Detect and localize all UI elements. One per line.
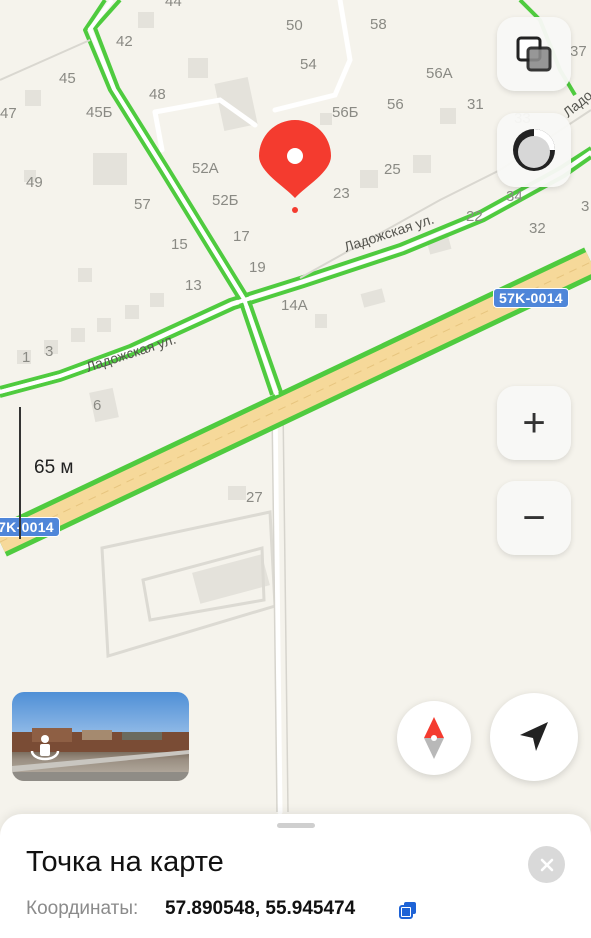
house-number: 52Б <box>212 192 239 209</box>
profile-button[interactable] <box>497 113 571 187</box>
zoom-in-button[interactable]: + <box>497 386 571 460</box>
panorama-preview[interactable] <box>12 692 189 781</box>
house-number: 14А <box>281 297 308 314</box>
house-number: 49 <box>26 174 43 191</box>
zoom-out-icon: − <box>522 496 546 540</box>
zoom-in-icon: + <box>522 401 546 445</box>
scale-label: 65 м <box>34 457 74 478</box>
house-number: 57 <box>134 196 151 213</box>
house-number: 22 <box>466 208 483 225</box>
house-number: 37 <box>570 43 587 60</box>
house-number: 31 <box>467 96 484 113</box>
bottom-sheet[interactable]: Точка на карте Координаты: 57.890548, 55… <box>0 814 591 938</box>
house-number: 56Б <box>332 104 359 121</box>
house-number: 13 <box>185 277 202 294</box>
house-number: 34 <box>506 188 523 205</box>
compass-button[interactable] <box>397 701 471 775</box>
copy-icon[interactable] <box>399 901 417 919</box>
house-number: 3 <box>45 343 53 360</box>
house-number: 23 <box>333 185 350 202</box>
profile-ring-icon <box>513 129 555 171</box>
house-number: 25 <box>384 161 401 178</box>
house-number: 52А <box>192 160 219 177</box>
compass-icon <box>424 717 444 759</box>
house-number: 45Б <box>86 104 113 121</box>
house-number: 58 <box>370 16 387 33</box>
house-number: 54 <box>300 56 317 73</box>
house-number: 19 <box>249 259 266 276</box>
coordinates-label: Координаты: <box>26 898 139 919</box>
navigation-arrow-icon <box>520 722 548 751</box>
house-number: 3 <box>581 198 589 215</box>
house-number: 56 <box>387 96 404 113</box>
road-shield-west: 57K-0014 <box>0 517 60 537</box>
my-location-button[interactable] <box>490 693 578 781</box>
house-number: 48 <box>149 86 166 103</box>
close-icon <box>540 858 553 871</box>
house-number: 15 <box>171 236 188 253</box>
road-shield-east: 57K-0014 <box>493 288 569 308</box>
house-number: 50 <box>286 17 303 34</box>
sheet-title: Точка на карте <box>26 846 224 878</box>
street-label-south: Ладожская ул. <box>84 331 178 375</box>
house-number: 44 <box>165 0 182 10</box>
map-pin-icon[interactable] <box>259 120 331 213</box>
panorama-person-icon <box>30 733 60 763</box>
house-number: 17 <box>233 228 250 245</box>
house-number: 32 <box>529 220 546 237</box>
house-number: 1 <box>22 349 30 366</box>
layers-icon <box>516 36 552 72</box>
house-number: 56А <box>426 65 453 82</box>
house-number: 42 <box>116 33 133 50</box>
coordinates-value[interactable]: 57.890548, 55.945474 <box>165 898 355 920</box>
house-number: 47 <box>0 105 17 122</box>
layers-button[interactable] <box>497 17 571 91</box>
house-number: 45 <box>59 70 76 87</box>
scale-bar <box>19 407 21 539</box>
house-number: 27 <box>246 489 263 506</box>
sheet-handle[interactable] <box>277 823 315 828</box>
zoom-out-button[interactable]: − <box>497 481 571 555</box>
house-number: 6 <box>93 397 101 414</box>
close-button[interactable] <box>528 846 565 883</box>
